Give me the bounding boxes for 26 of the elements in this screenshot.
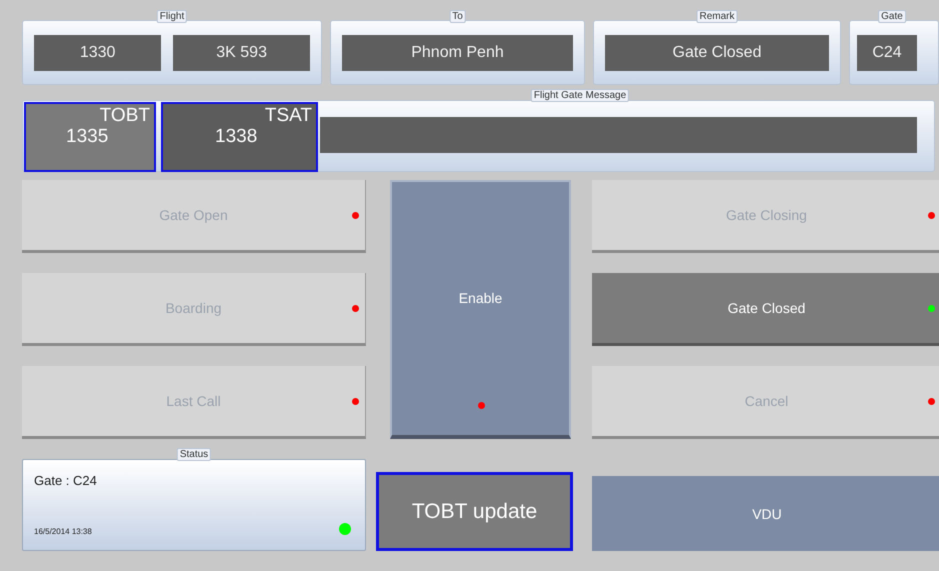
group-label: Status xyxy=(176,448,212,461)
group-label: Gate xyxy=(878,10,906,23)
group-label: Flight Gate Message xyxy=(530,89,630,102)
timestamp-text: 16/5/2014 13:38 xyxy=(34,527,92,536)
group-label: Flight xyxy=(156,10,188,23)
gate-field: C24 xyxy=(857,34,917,70)
tobt-label: TOBT xyxy=(100,105,150,127)
gate-status-text: Gate : C24 xyxy=(34,473,97,488)
gate-action-button[interactable]: Gate Closing xyxy=(592,180,939,253)
time-field: 1330 xyxy=(34,34,162,70)
tsat-value: 1338 xyxy=(215,126,258,148)
tsat-label: TSAT xyxy=(264,105,312,127)
remark-field: Gate Closed xyxy=(605,34,829,70)
vdu-button[interactable]: VDU xyxy=(592,476,939,551)
group-label: To xyxy=(449,10,466,23)
flight-number-field: 3K 593 xyxy=(173,34,310,70)
group-label: Remark xyxy=(696,10,738,23)
gate-action-button[interactable]: Gate Open xyxy=(22,180,366,253)
gate-action-button[interactable]: Cancel xyxy=(592,366,939,439)
enable-button[interactable]: Enable xyxy=(390,180,571,439)
gate-action-button[interactable]: Gate Closed xyxy=(592,273,939,346)
tobt-value: 1335 xyxy=(66,126,108,148)
destination-field: Phnom Penh xyxy=(342,34,573,70)
gate-action-button[interactable]: Last Call xyxy=(22,366,366,439)
gate-action-button[interactable]: Boarding xyxy=(22,273,366,346)
tobt-update-button[interactable]: TOBT update xyxy=(376,472,573,551)
